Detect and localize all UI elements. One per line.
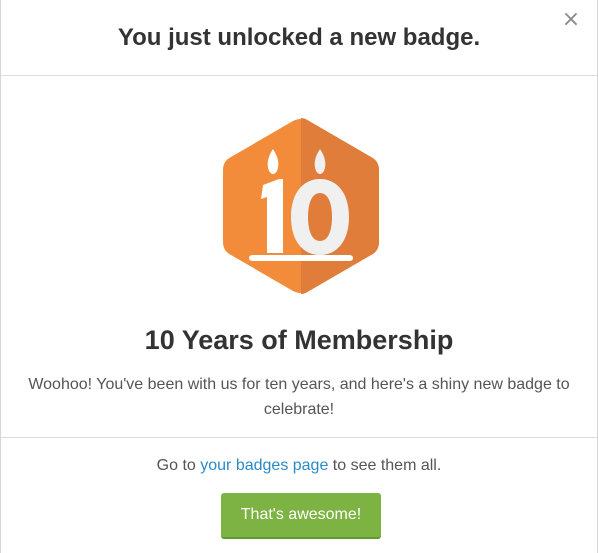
dialog-header: You just unlocked a new badge. ×	[1, 0, 597, 76]
badge-name: 10 Years of Membership	[144, 325, 454, 355]
badge-graphic	[223, 118, 379, 294]
badge-description: Woohoo! You've been with us for ten year…	[28, 376, 570, 418]
badges-page-link[interactable]: your badges page	[200, 457, 328, 474]
badge-base	[249, 255, 353, 261]
badge-unlocked-dialog: You just unlocked a new badge. × 10 Year…	[0, 0, 598, 553]
dialog-title: You just unlocked a new badge.	[117, 24, 481, 51]
badges-page-hint: Go to your badges page to see them all.	[1, 455, 597, 477]
hint-suffix: to see them all.	[328, 457, 442, 474]
footer-divider	[1, 437, 597, 438]
hint-prefix: Go to	[156, 457, 201, 474]
thats-awesome-button[interactable]: That's awesome!	[221, 493, 381, 539]
ten-years-candle-badge-icon	[221, 117, 381, 295]
close-icon[interactable]: ×	[559, 8, 583, 32]
